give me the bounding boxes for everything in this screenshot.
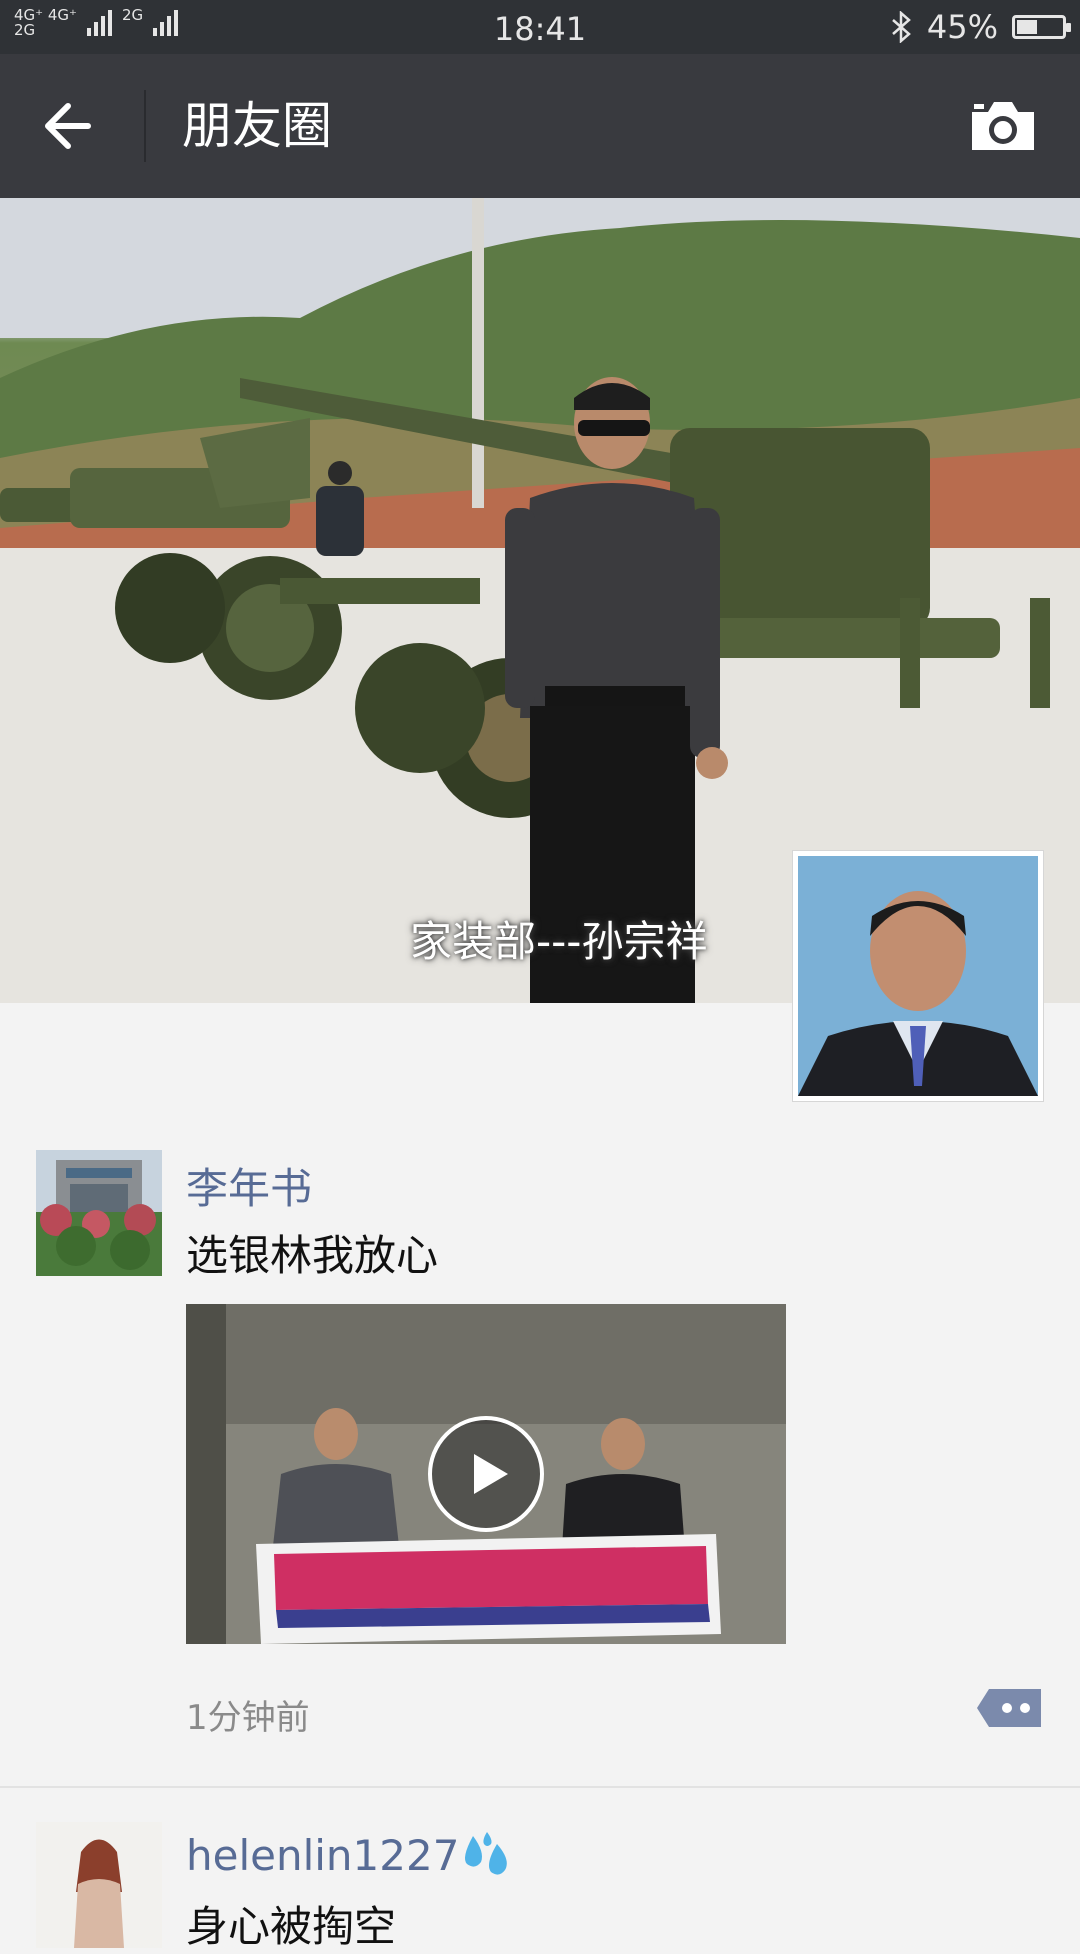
title-bar: 朋友圈 bbox=[0, 54, 1080, 198]
battery-icon bbox=[1012, 15, 1071, 39]
camera-icon bbox=[972, 102, 1034, 150]
post-author-avatar[interactable] bbox=[36, 1150, 162, 1276]
comment-button[interactable] bbox=[975, 1685, 1045, 1731]
sweat-drops-icon bbox=[465, 1832, 508, 1875]
page-title: 朋友圈 bbox=[182, 97, 332, 155]
bluetooth-icon bbox=[892, 11, 911, 43]
post-author-name[interactable]: helenlin1227 bbox=[186, 1830, 515, 1880]
post-author-avatar[interactable] bbox=[36, 1822, 162, 1948]
status-bar: 4G⁺ 4G⁺ 2G 2G 18:41 45% bbox=[0, 0, 1080, 54]
battery-fill bbox=[1017, 20, 1037, 34]
cover-caption: 家装部---孙宗祥 bbox=[410, 917, 708, 966]
play-icon[interactable] bbox=[426, 1414, 546, 1534]
avatar-image bbox=[798, 856, 1038, 1096]
camera-button[interactable] bbox=[966, 94, 1040, 158]
post-timestamp: 1分钟前 bbox=[186, 1698, 310, 1738]
video-thumbnail[interactable] bbox=[186, 1304, 786, 1644]
comment-more-icon bbox=[977, 1689, 1041, 1727]
post-author-name[interactable]: 李年书 bbox=[186, 1155, 312, 1216]
post-text: 身心被掏空 bbox=[186, 1902, 397, 1951]
profile-avatar[interactable] bbox=[792, 850, 1044, 1102]
back-button[interactable] bbox=[38, 94, 112, 158]
title-divider bbox=[144, 90, 146, 162]
post-author-name-text: helenlin1227 bbox=[186, 1831, 460, 1880]
back-arrow-icon bbox=[45, 103, 91, 149]
post-separator bbox=[0, 1786, 1080, 1788]
post-text: 选银林我放心 bbox=[186, 1231, 439, 1280]
battery-percent: 45% bbox=[926, 8, 998, 46]
